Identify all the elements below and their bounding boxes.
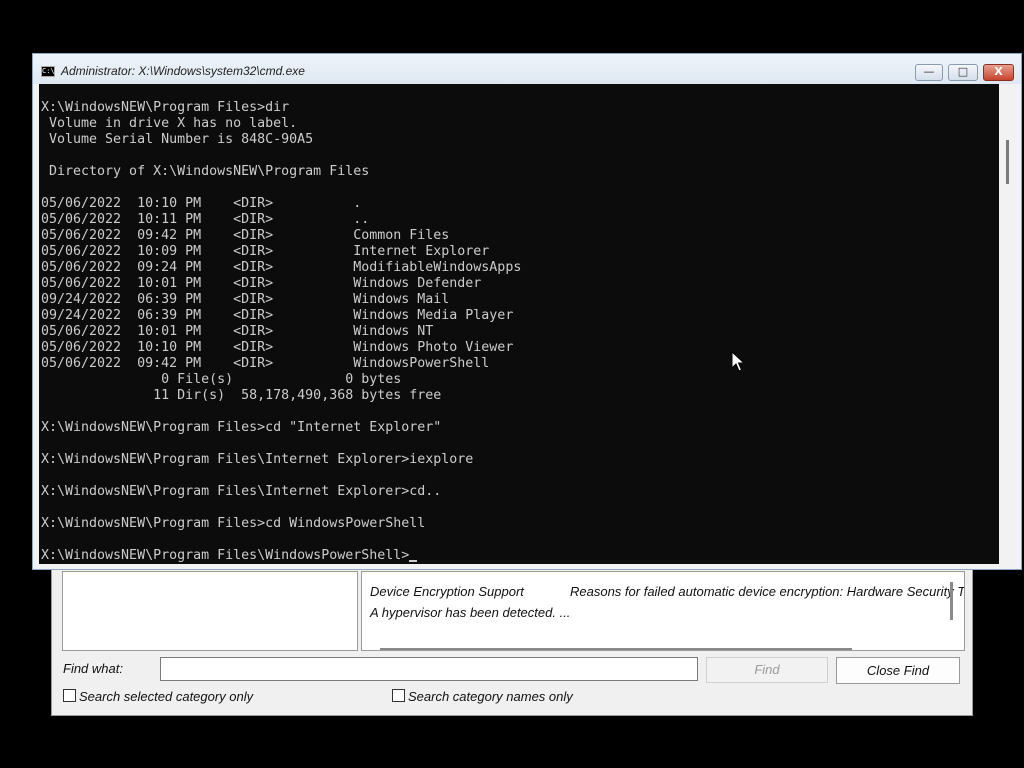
console-output[interactable]: X:\WindowsNEW\Program Files>dir Volume i… [39,84,999,564]
details-item-value-continued: A hypervisor has been detected. ... [370,605,571,620]
details-item-value: Reasons for failed automatic device encr… [570,584,965,599]
console-icon: C:\ [41,66,55,77]
system-information-window: Device Encryption Support Reasons for fa… [51,560,973,716]
window-title: Administrator: X:\Windows\system32\cmd.e… [61,64,305,78]
find-button[interactable]: Find [706,657,828,683]
details-pane[interactable]: Device Encryption Support Reasons for fa… [361,571,965,651]
minimize-button[interactable]: — [915,64,943,81]
command-prompt-window: C:\ Administrator: X:\Windows\system32\c… [32,53,1022,570]
console-scrollbar[interactable] [999,84,1017,564]
console-text: X:\WindowsNEW\Program Files>dir Volume i… [41,100,522,531]
category-tree-pane[interactable] [62,571,358,651]
details-item-name: Device Encryption Support [370,584,524,599]
search-category-names-checkbox[interactable]: Search category names only [392,689,573,704]
text-cursor [409,560,418,562]
close-find-button[interactable]: Close Find [836,657,960,684]
find-what-input[interactable] [160,657,698,681]
find-what-label: Find what: [63,661,123,676]
vertical-scrollbar[interactable] [950,582,953,620]
title-bar[interactable]: C:\ Administrator: X:\Windows\system32\c… [33,54,1021,84]
checkbox-box[interactable] [63,689,76,702]
checkbox-box[interactable] [392,689,405,702]
maximize-button[interactable]: □ [948,64,978,81]
search-category-names-label: Search category names only [408,689,573,704]
command-prompt: X:\WindowsNEW\Program Files\WindowsPower… [41,548,410,563]
horizontal-scrollbar[interactable] [380,648,852,650]
search-selected-category-checkbox[interactable]: Search selected category only [63,689,253,704]
mouse-pointer-icon [731,351,746,372]
close-button[interactable]: X [983,64,1014,81]
search-selected-category-label: Search selected category only [79,689,254,704]
scrollbar-thumb[interactable] [1006,140,1009,184]
